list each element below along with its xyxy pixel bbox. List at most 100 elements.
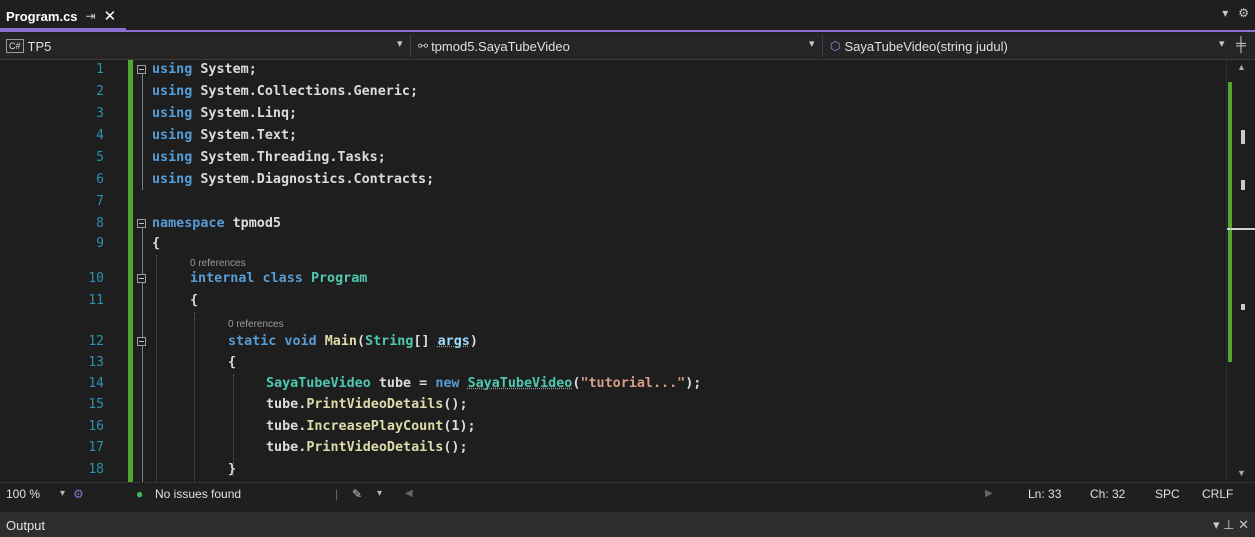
split-window-icon[interactable]: ╪	[1236, 36, 1246, 52]
line-number: 6	[96, 172, 104, 187]
scroll-down-icon[interactable]: ▼	[1237, 468, 1246, 478]
navigation-bar: C# TP5 ▾ ⚯ tpmod5.SayaTubeVideo ▾ ⬡ Saya…	[0, 33, 1255, 60]
code-line-18[interactable]: }	[228, 460, 236, 480]
line-number: 14	[88, 376, 104, 391]
scroll-right-icon[interactable]: ▶	[985, 488, 993, 499]
chevron-down-icon[interactable]: ▾	[397, 37, 403, 50]
namespace-text: System.Text;	[192, 128, 298, 143]
output-title[interactable]: Output	[6, 518, 45, 533]
namespace-text: System.Collections.Generic;	[192, 84, 419, 99]
code-line-14[interactable]: SayaTubeVideo tube = new SayaTubeVideo("…	[266, 374, 701, 394]
type-name: tpmod5.SayaTubeVideo	[431, 38, 570, 54]
chevron-down-icon[interactable]: ▾	[809, 37, 815, 50]
line-number: 11	[88, 293, 104, 308]
variable-name: tube	[266, 440, 299, 455]
punctuation: )	[469, 334, 478, 349]
chevron-down-icon[interactable]: ▾	[1219, 37, 1225, 50]
keyword: using	[152, 62, 193, 77]
vertical-scrollbar[interactable]: ▲ ▼	[1226, 60, 1255, 482]
chevron-down-icon[interactable]: ▾	[377, 488, 382, 499]
line-number: 5	[96, 150, 104, 165]
punctuation: ();	[443, 397, 468, 412]
collapse-icon[interactable]	[137, 65, 146, 74]
code-line-10[interactable]: internal class Program	[190, 269, 367, 289]
pin-icon[interactable]: ⇥	[86, 9, 96, 23]
scroll-up-icon[interactable]: ▲	[1237, 62, 1246, 72]
zoom-level[interactable]: 100 %	[6, 487, 40, 501]
code-line-12[interactable]: static void Main(String[] args)	[228, 332, 478, 352]
code-line-8[interactable]: namespace tpmod5	[152, 214, 281, 234]
member-dropdown[interactable]: ⬡ SayaTubeVideo(string judul)	[830, 36, 1008, 56]
line-ending[interactable]: CRLF	[1202, 487, 1233, 501]
code-line-11[interactable]: {	[190, 291, 198, 311]
indent-guide	[156, 255, 157, 482]
close-icon[interactable]: ✕	[104, 7, 117, 25]
collapse-icon[interactable]	[137, 337, 146, 346]
scroll-thumb-position[interactable]	[1227, 228, 1255, 230]
code-line-13[interactable]: {	[228, 353, 236, 373]
class-name: SayaTubeVideo	[467, 376, 573, 391]
scroll-left-icon[interactable]: ◀	[405, 488, 413, 499]
outline-line	[142, 228, 143, 482]
codelens-references[interactable]: 0 references	[228, 319, 284, 331]
output-panel-header: Output ▾ ⊥ ✕	[0, 512, 1255, 537]
collapse-icon[interactable]	[137, 274, 146, 283]
tab-accent-line	[0, 30, 1255, 32]
indent-mode[interactable]: SPC	[1155, 487, 1180, 501]
git-icon[interactable]: ⚙	[73, 487, 84, 501]
nav-separator	[822, 35, 823, 57]
code-editor[interactable]: 1 2 3 4 5 6 7 8 9 10 11 12 13 14 15 16 1…	[0, 60, 1255, 482]
code-line-15[interactable]: tube.PrintVideoDetails();	[266, 395, 468, 415]
variable-decl: tube =	[370, 376, 436, 391]
tab-program-cs[interactable]: Program.cs ⇥ ✕	[0, 4, 127, 30]
namespace-name: tpmod5	[224, 216, 281, 231]
code-line-9[interactable]: {	[152, 234, 160, 254]
tab-window-controls: ▾ ⚙	[1222, 6, 1249, 20]
code-line-4[interactable]: using System.Text;	[152, 126, 297, 146]
project-name: TP5	[27, 38, 52, 54]
method-icon: ⬡	[830, 39, 841, 53]
punctuation: []	[413, 334, 438, 349]
code-line-1[interactable]: using System;	[152, 60, 257, 80]
line-number: 7	[96, 194, 104, 209]
overview-marker	[1241, 180, 1245, 190]
panel-controls[interactable]: ▾ ⊥ ✕	[1213, 517, 1249, 533]
keyword: class	[254, 271, 311, 286]
punctuation: (1);	[443, 419, 476, 434]
line-number: 3	[96, 106, 104, 121]
line-number-gutter: 1 2 3 4 5 6 7 8 9 10 11 12 13 14 15 16 1…	[0, 60, 110, 482]
issues-status[interactable]: No issues found	[155, 487, 241, 501]
tab-title: Program.cs	[6, 8, 78, 24]
line-number: 1	[96, 62, 104, 77]
code-cleanup-icon[interactable]: ✎	[352, 487, 362, 501]
nav-separator	[410, 35, 411, 57]
overview-marker	[1241, 304, 1245, 310]
line-number: 16	[88, 419, 104, 434]
collapse-icon[interactable]	[137, 219, 146, 228]
code-line-16[interactable]: tube.IncreasePlayCount(1);	[266, 417, 476, 437]
indent-guide	[194, 312, 195, 482]
code-line-5[interactable]: using System.Threading.Tasks;	[152, 148, 386, 168]
settings-icon[interactable]: ⚙	[1238, 6, 1249, 20]
keyword: using	[152, 128, 193, 143]
tab-list-dropdown-icon[interactable]: ▾	[1222, 6, 1228, 20]
keyword: new	[435, 376, 460, 391]
keyword: using	[152, 150, 193, 165]
string-literal: "tutorial..."	[580, 376, 686, 391]
method-name: PrintVideoDetails	[306, 397, 444, 412]
member-name: SayaTubeVideo(string judul)	[844, 38, 1008, 54]
type-dropdown[interactable]: ⚯ tpmod5.SayaTubeVideo	[418, 36, 570, 56]
line-number: 2	[96, 84, 104, 99]
code-line-6[interactable]: using System.Diagnostics.Contracts;	[152, 170, 434, 190]
method-name: IncreasePlayCount	[306, 419, 444, 434]
code-line-2[interactable]: using System.Collections.Generic;	[152, 82, 418, 102]
code-line-17[interactable]: tube.PrintVideoDetails();	[266, 438, 468, 458]
change-tracking-bar	[128, 60, 133, 482]
column-indicator[interactable]: Ch: 32	[1090, 487, 1125, 501]
code-line-3[interactable]: using System.Linq;	[152, 104, 297, 124]
project-dropdown[interactable]: C# TP5	[6, 36, 51, 56]
keyword: static	[228, 334, 277, 349]
zoom-dropdown-icon[interactable]: ▾	[60, 488, 65, 499]
line-indicator[interactable]: Ln: 33	[1028, 487, 1061, 501]
